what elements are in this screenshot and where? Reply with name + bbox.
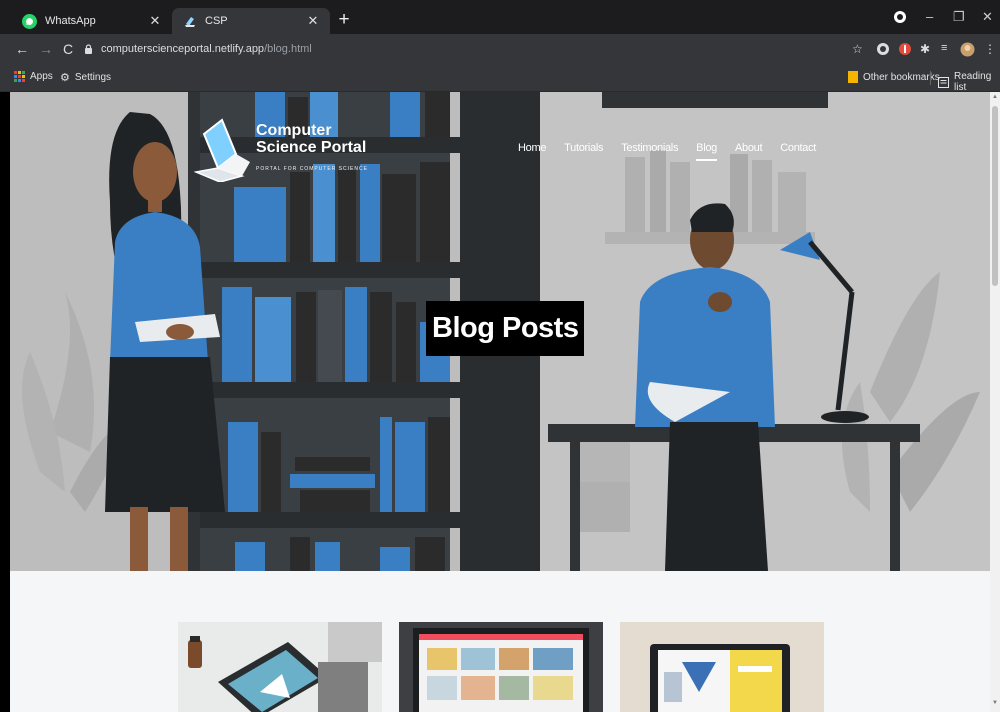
bookmark-label: Settings — [74, 72, 112, 83]
nav-about[interactable]: About — [735, 142, 763, 154]
gear-icon: ⚙ — [60, 72, 70, 84]
folder-icon — [848, 71, 858, 83]
scroll-up-arrow-icon[interactable]: ▲ — [992, 94, 998, 100]
scrollbar-thumb[interactable] — [992, 106, 998, 286]
brand-tagline: PORTAL FOR COMPUTER SCIENCE — [256, 166, 368, 172]
bookmark-other-bookmarks[interactable]: Other bookmarks — [848, 71, 940, 83]
red-extension-icon[interactable] — [898, 42, 912, 56]
url-path: /blog.html — [264, 43, 312, 55]
window-close-button[interactable]: ✕ — [982, 9, 993, 25]
brand-line-1: Computer — [256, 122, 332, 139]
puzzle-extensions-icon[interactable]: ✱ — [920, 42, 934, 56]
nav-home[interactable]: Home — [518, 142, 546, 154]
new-tab-button[interactable]: + — [334, 10, 354, 30]
bookmark-reading-list[interactable]: Reading list — [938, 71, 1000, 93]
close-icon[interactable]: ✕ — [148, 13, 162, 29]
profile-avatar[interactable] — [960, 42, 975, 57]
lock-icon — [85, 44, 92, 54]
forward-button[interactable]: → — [38, 41, 54, 57]
tab-title: CSP — [205, 15, 228, 27]
nav-blog[interactable]: Blog — [696, 142, 717, 161]
page-title: Blog Posts — [426, 301, 585, 356]
whatsapp-icon — [22, 13, 37, 29]
minimize-button[interactable]: – — [926, 9, 933, 24]
bookmark-apps[interactable]: Apps — [14, 71, 53, 82]
blog-card-image[interactable] — [620, 622, 824, 712]
bookmark-settings[interactable]: ⚙ Settings — [60, 71, 111, 84]
star-bookmark-icon[interactable]: ☆ — [852, 42, 866, 56]
close-icon[interactable]: ✕ — [306, 13, 320, 29]
blog-card-image[interactable] — [399, 622, 603, 712]
address-bar[interactable]: computerscienceportal.netlify.app/blog.h… — [84, 38, 844, 60]
blog-card-image[interactable] — [178, 622, 382, 712]
tab-csp[interactable]: CSP ✕ — [172, 8, 330, 34]
site-logo-laptop-icon[interactable] — [194, 114, 254, 182]
tab-whatsapp[interactable]: WhatsApp ✕ — [12, 8, 172, 34]
nav-contact[interactable]: Contact — [780, 142, 816, 154]
profile-extension-icon[interactable] — [894, 11, 906, 23]
page-viewport: Computer Science Portal PORTAL FOR COMPU… — [10, 92, 990, 712]
bookmarks-bar: Apps ⚙ Settings Other bookmarks Reading … — [0, 64, 1000, 93]
nav-testimonials[interactable]: Testimonials — [621, 142, 678, 154]
extension-icon[interactable] — [876, 42, 890, 56]
browser-titlebar: WhatsApp ✕ CSP ✕ + – ❐ ✕ — [0, 0, 1000, 34]
menu-kebab-icon[interactable]: ⋮ — [984, 42, 998, 56]
url-host: computerscienceportal.netlify.app — [101, 43, 265, 55]
apps-grid-icon — [14, 71, 25, 82]
reload-button[interactable]: C — [60, 41, 76, 57]
bookmark-label: Apps — [30, 71, 53, 82]
media-control-icon[interactable]: ≡ — [941, 42, 955, 56]
reading-list-icon — [938, 76, 949, 88]
site-brand[interactable]: Computer Science Portal — [256, 122, 366, 156]
bookmark-divider — [930, 71, 931, 85]
brand-line-2: Science Portal — [256, 139, 367, 156]
csp-favicon-icon — [182, 14, 197, 29]
restore-button[interactable]: ❐ — [953, 9, 965, 25]
nav-tutorials[interactable]: Tutorials — [564, 142, 603, 154]
page-scrollbar[interactable]: ▲ ▼ — [990, 92, 1000, 712]
hero-section: Computer Science Portal PORTAL FOR COMPU… — [10, 92, 990, 571]
back-button[interactable]: ← — [14, 41, 30, 57]
tab-title: WhatsApp — [45, 15, 96, 27]
browser-toolbar: ← → C computerscienceportal.netlify.app /… — [0, 34, 1000, 64]
bookmark-label: Other bookmarks — [863, 71, 940, 83]
bookmark-label: Reading list — [954, 71, 992, 93]
scroll-down-arrow-icon[interactable]: ▼ — [992, 700, 998, 706]
main-nav: Home Tutorials Testimonials Blog About C… — [518, 142, 834, 161]
